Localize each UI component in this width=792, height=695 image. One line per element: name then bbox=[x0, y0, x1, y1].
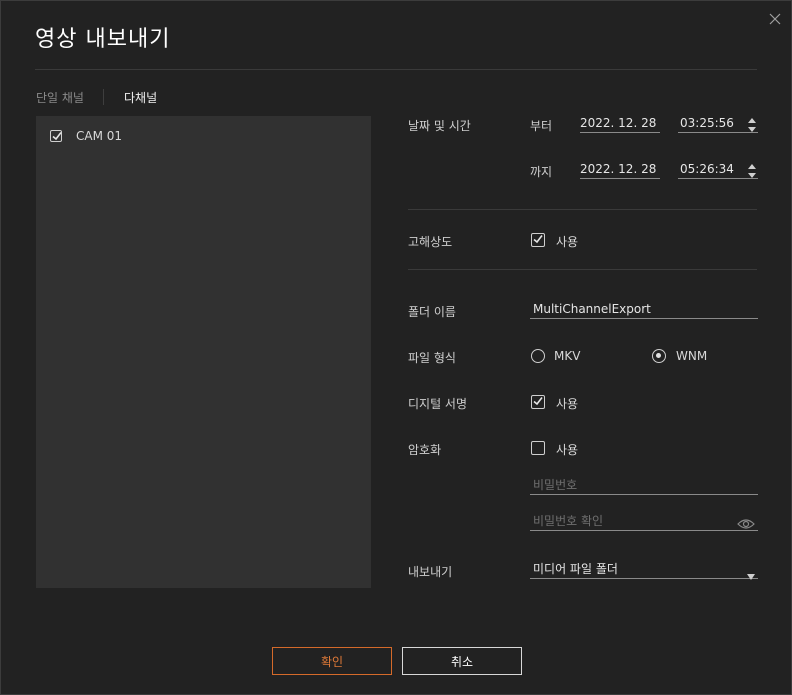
channel-list: CAM 01 bbox=[36, 116, 371, 588]
password-placeholder: 비밀번호 bbox=[533, 478, 578, 492]
close-icon[interactable] bbox=[767, 11, 783, 27]
tab-divider bbox=[103, 89, 104, 105]
tab-single-channel[interactable]: 단일 채널 bbox=[36, 89, 84, 106]
to-time-value: 05:26:34 bbox=[680, 162, 734, 176]
radio-wnm-label: WNM bbox=[676, 349, 708, 363]
from-label: 부터 bbox=[530, 119, 553, 133]
high-res-option-label: 사용 bbox=[556, 235, 579, 249]
section-divider bbox=[408, 209, 757, 210]
password-confirm-input[interactable]: 비밀번호 확인 bbox=[530, 513, 758, 531]
section-divider bbox=[408, 269, 757, 270]
cancel-button[interactable]: 취소 bbox=[402, 647, 522, 675]
ok-button[interactable]: 확인 bbox=[272, 647, 392, 675]
digital-signature-checkbox[interactable] bbox=[531, 395, 545, 409]
export-select[interactable]: 미디어 파일 폴더 bbox=[530, 561, 758, 579]
encryption-checkbox[interactable] bbox=[531, 441, 545, 455]
radio-mkv[interactable] bbox=[531, 349, 545, 363]
digital-signature-option-label: 사용 bbox=[556, 397, 579, 411]
dialog-title: 영상 내보내기 bbox=[35, 27, 171, 52]
radio-wnm[interactable] bbox=[652, 349, 666, 363]
folder-name-value: MultiChannelExport bbox=[533, 302, 651, 316]
to-time-spinner-icon[interactable] bbox=[747, 163, 757, 179]
high-res-label: 고해상도 bbox=[408, 235, 453, 249]
to-date-field[interactable]: 2022. 12. 28 bbox=[580, 161, 660, 179]
checkbox-checked-icon[interactable] bbox=[50, 130, 62, 142]
tab-multi-channel[interactable]: 다채널 bbox=[124, 89, 157, 106]
file-format-label: 파일 형식 bbox=[408, 351, 456, 365]
encryption-option-label: 사용 bbox=[556, 443, 579, 457]
title-divider bbox=[35, 69, 757, 70]
channel-label: CAM 01 bbox=[76, 129, 123, 143]
from-time-spinner-icon[interactable] bbox=[747, 117, 757, 133]
from-date-field[interactable]: 2022. 12. 28 bbox=[580, 115, 660, 133]
from-time-value: 03:25:56 bbox=[680, 116, 734, 130]
folder-name-input[interactable]: MultiChannelExport bbox=[530, 301, 758, 319]
radio-mkv-label: MKV bbox=[554, 349, 581, 363]
password-input[interactable]: 비밀번호 bbox=[530, 477, 758, 495]
list-item[interactable]: CAM 01 bbox=[50, 128, 250, 146]
chevron-down-icon[interactable] bbox=[746, 566, 756, 580]
export-label: 내보내기 bbox=[408, 565, 453, 579]
digital-signature-label: 디지털 서명 bbox=[408, 397, 468, 411]
to-time-field[interactable]: 05:26:34 bbox=[678, 161, 758, 179]
from-time-field[interactable]: 03:25:56 bbox=[678, 115, 758, 133]
password-confirm-placeholder: 비밀번호 확인 bbox=[533, 514, 604, 528]
to-label: 까지 bbox=[530, 165, 553, 179]
encryption-label: 암호화 bbox=[408, 443, 442, 457]
folder-name-label: 폴더 이름 bbox=[408, 305, 456, 319]
export-dialog: 영상 내보내기 단일 채널 다채널 CAM 01 날짜 및 시간 부터 2022… bbox=[0, 0, 792, 695]
export-select-value: 미디어 파일 폴더 bbox=[533, 562, 618, 576]
high-res-checkbox[interactable] bbox=[531, 233, 545, 247]
datetime-label: 날짜 및 시간 bbox=[408, 119, 471, 133]
radio-selected-dot bbox=[656, 353, 661, 358]
eye-icon[interactable] bbox=[737, 515, 755, 529]
